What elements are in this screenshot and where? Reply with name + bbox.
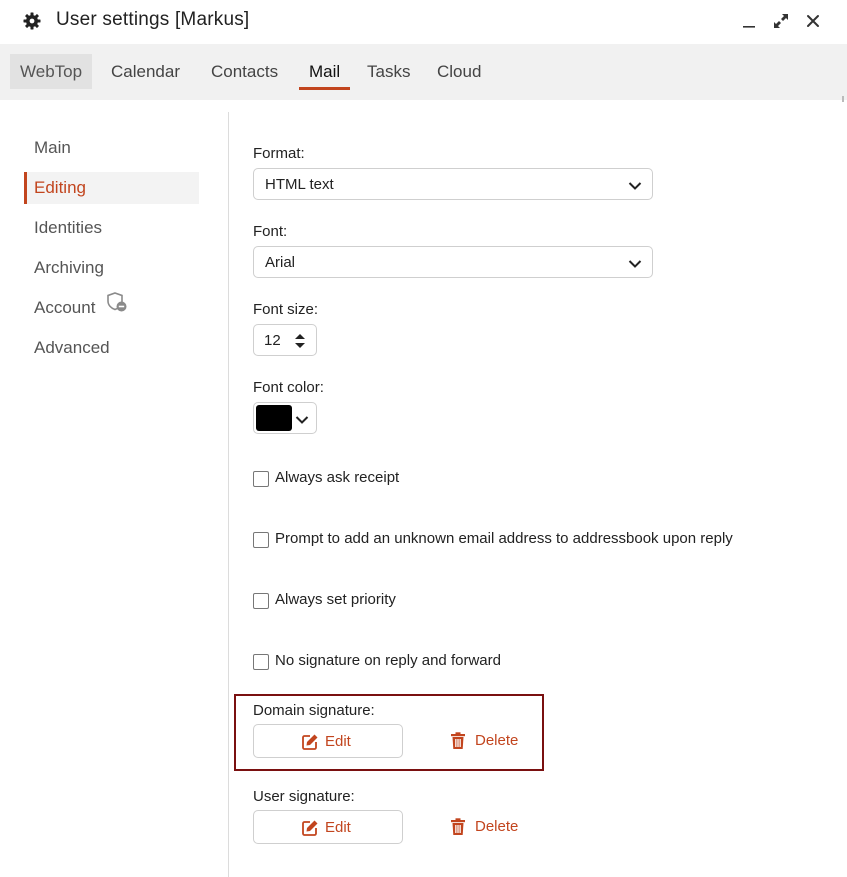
checkbox-box[interactable] bbox=[253, 471, 269, 487]
domain-signature-delete-button[interactable]: Delete bbox=[450, 724, 530, 758]
font-label: Font: bbox=[253, 223, 288, 240]
tab-contacts[interactable]: Contacts bbox=[201, 54, 288, 89]
delete-label: Delete bbox=[475, 818, 519, 835]
font-size-label: Font size: bbox=[253, 301, 319, 318]
tab-calendar[interactable]: Calendar bbox=[101, 54, 190, 89]
stepper-arrows-icon[interactable] bbox=[294, 331, 306, 356]
user-signature-delete-button[interactable]: Delete bbox=[450, 810, 530, 844]
checkbox-box[interactable] bbox=[253, 654, 269, 670]
close-button[interactable] bbox=[802, 10, 824, 32]
shield-minus-icon bbox=[106, 291, 128, 324]
window-titlebar: User settings [Markus] bbox=[0, 0, 847, 44]
window-title: User settings [Markus] bbox=[56, 9, 250, 30]
font-size-stepper[interactable]: 12 bbox=[253, 324, 317, 356]
trash-icon bbox=[450, 732, 466, 755]
format-value: HTML text bbox=[265, 176, 334, 193]
checkbox-label: Always ask receipt bbox=[275, 469, 400, 486]
checkbox-label: Prompt to add an unknown email address t… bbox=[275, 530, 733, 547]
trash-icon bbox=[450, 818, 466, 841]
sidebar-item-label: Account bbox=[34, 298, 96, 317]
scroll-edge-marker bbox=[842, 96, 844, 102]
font-color-picker[interactable] bbox=[253, 402, 317, 434]
checkbox-box[interactable] bbox=[253, 593, 269, 609]
user-signature-edit-button[interactable]: Edit bbox=[253, 810, 403, 844]
domain-signature-edit-button[interactable]: Edit bbox=[253, 724, 403, 758]
sidebar-divider bbox=[228, 112, 229, 877]
checkbox-box[interactable] bbox=[253, 532, 269, 548]
sidebar-item-label: Main bbox=[34, 138, 71, 157]
edit-icon bbox=[301, 733, 319, 756]
settings-sidebar: Main Editing Identities Archiving Accoun… bbox=[0, 112, 228, 877]
checkbox-label: Always set priority bbox=[275, 591, 396, 608]
tab-webtop[interactable]: WebTop bbox=[10, 54, 93, 89]
color-swatch bbox=[256, 405, 292, 431]
minimize-icon bbox=[743, 26, 755, 28]
font-color-label: Font color: bbox=[253, 379, 324, 396]
sidebar-item-editing[interactable]: Editing bbox=[24, 172, 199, 204]
edit-label: Edit bbox=[325, 819, 351, 836]
format-label: Format: bbox=[253, 145, 305, 162]
maximize-button[interactable] bbox=[770, 10, 792, 32]
delete-label: Delete bbox=[475, 732, 519, 749]
tab-mail[interactable]: Mail bbox=[299, 54, 351, 90]
font-value: Arial bbox=[265, 254, 296, 271]
sidebar-item-identities[interactable]: Identities bbox=[24, 212, 199, 244]
sidebar-item-archiving[interactable]: Archiving bbox=[24, 252, 199, 284]
expand-icon bbox=[774, 14, 788, 28]
chevron-down-icon bbox=[295, 412, 309, 430]
sidebar-item-label: Advanced bbox=[34, 338, 110, 357]
checkbox-label: No signature on reply and forward bbox=[275, 652, 501, 669]
sidebar-item-advanced[interactable]: Advanced bbox=[24, 332, 199, 364]
domain-signature-label: Domain signature: bbox=[253, 702, 375, 719]
font-select[interactable]: Arial bbox=[253, 246, 653, 278]
close-icon bbox=[807, 15, 819, 27]
sidebar-item-main[interactable]: Main bbox=[24, 132, 199, 164]
gear-icon bbox=[22, 11, 42, 31]
sidebar-item-label: Identities bbox=[34, 218, 103, 237]
sidebar-item-label: Editing bbox=[34, 178, 86, 197]
chevron-down-icon bbox=[628, 256, 642, 274]
minimize-button[interactable] bbox=[738, 10, 760, 32]
format-select[interactable]: HTML text bbox=[253, 168, 653, 200]
edit-icon bbox=[301, 819, 319, 842]
tab-cloud[interactable]: Cloud bbox=[427, 54, 491, 89]
font-size-value: 12 bbox=[264, 332, 281, 349]
tab-tasks[interactable]: Tasks bbox=[357, 54, 420, 89]
user-signature-label: User signature: bbox=[253, 788, 355, 805]
chevron-down-icon bbox=[628, 178, 642, 196]
sidebar-item-label: Archiving bbox=[34, 258, 104, 277]
sidebar-item-account[interactable]: Account bbox=[24, 291, 199, 324]
edit-label: Edit bbox=[325, 733, 351, 750]
app-tabbar: WebTop Calendar Contacts Mail Tasks Clou… bbox=[0, 44, 847, 100]
